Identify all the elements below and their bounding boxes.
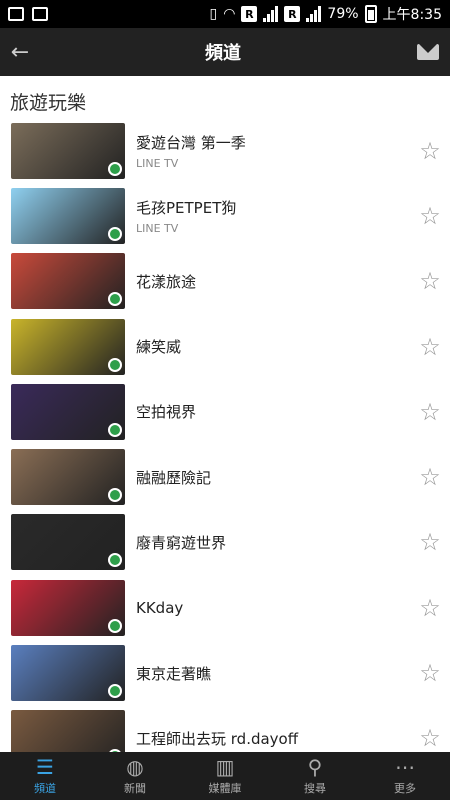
battery-percent: 79% <box>327 6 359 22</box>
tab-1[interactable]: ◍ 新聞 <box>90 752 180 800</box>
channel-row[interactable]: 廢青窮遊世界 ☆ <box>0 510 450 575</box>
star-icon[interactable]: ☆ <box>410 659 450 687</box>
channel-name: 花漾旅途 <box>136 272 197 291</box>
status-bar: ▯ ◠ R R 79% 上午8:35 <box>0 0 450 28</box>
app-bar: ← 頻道 <box>0 28 450 76</box>
wifi-icon: ◠ <box>223 6 236 22</box>
channel-name: 愛遊台灣 第一季 <box>136 133 246 152</box>
star-icon[interactable]: ☆ <box>410 333 450 361</box>
channel-name: KKday <box>136 598 184 617</box>
mail-button[interactable] <box>406 44 450 60</box>
tab-2[interactable]: ▥ 媒體庫 <box>180 752 270 800</box>
globe-badge-icon <box>108 357 122 372</box>
globe-badge-icon <box>108 292 122 307</box>
channel-row[interactable]: 工程師出去玩 rd.dayoff ☆ <box>0 706 450 752</box>
star-icon[interactable]: ☆ <box>410 594 450 622</box>
tab-label: 搜尋 <box>304 782 326 795</box>
channel-thumbnail <box>11 318 125 375</box>
channel-row[interactable]: KKday ☆ <box>0 575 450 640</box>
vibrate-icon: ▯ <box>209 6 218 22</box>
channel-thumbnail <box>11 122 125 179</box>
globe-icon: ◍ <box>126 755 144 779</box>
section-title: 旅遊玩樂 <box>10 92 87 114</box>
tab-label: 更多 <box>394 782 416 795</box>
channel-source: LINE TV <box>136 221 179 235</box>
channel-thumbnail <box>11 710 125 752</box>
tab-label: 新聞 <box>124 782 146 795</box>
star-icon[interactable]: ☆ <box>410 202 450 230</box>
channel-list: 愛遊台灣 第一季 LINE TV ☆ 毛孩PETPET狗 LINE TV ☆ 花漾旅途 ☆ 練笑… <box>0 118 450 752</box>
channel-row[interactable]: 東京走著瞧 ☆ <box>0 640 450 705</box>
channel-row[interactable]: 愛遊台灣 第一季 LINE TV ☆ <box>0 118 450 183</box>
gmail-icon <box>8 7 24 21</box>
channel-row[interactable]: 融融歷險記 ☆ <box>0 444 450 509</box>
channel-name: 空拍視界 <box>136 403 197 422</box>
star-icon[interactable]: ☆ <box>410 724 450 752</box>
page-title: 頻道 <box>205 43 241 64</box>
globe-badge-icon <box>108 618 122 633</box>
channel-name: 融融歷險記 <box>136 468 212 487</box>
channel-name: 東京走著瞧 <box>136 664 212 683</box>
channel-thumbnail <box>11 187 125 244</box>
globe-badge-icon <box>108 161 122 176</box>
channel-thumbnail <box>11 645 125 702</box>
tab-4[interactable]: ⋯ 更多 <box>360 752 450 800</box>
signal1-icon <box>263 6 279 22</box>
back-arrow-icon[interactable]: ← <box>0 40 40 65</box>
globe-badge-icon <box>108 553 122 568</box>
list-icon: ☰ <box>36 755 54 779</box>
globe-badge-icon <box>108 488 122 503</box>
star-icon[interactable]: ☆ <box>410 398 450 426</box>
search-icon: ⚲ <box>307 755 323 779</box>
tab-label: 頻道 <box>34 782 56 795</box>
tab-3[interactable]: ⚲ 搜尋 <box>270 752 360 800</box>
star-icon[interactable]: ☆ <box>410 267 450 295</box>
channel-name: 工程師出去玩 rd.dayoff <box>136 729 299 748</box>
bottom-navigation: ☰ 頻道 ◍ 新聞 ▥ 媒體庫 ⚲ 搜尋 ⋯ 更多 <box>0 752 450 800</box>
channel-thumbnail <box>11 579 125 636</box>
channel-name: 練笑威 <box>136 338 182 357</box>
star-icon[interactable]: ☆ <box>410 137 450 165</box>
channel-name: 毛孩PETPET狗 <box>136 198 237 217</box>
channel-row[interactable]: 練笑威 ☆ <box>0 314 450 379</box>
library-icon: ▥ <box>215 755 235 779</box>
signal2-icon <box>306 6 322 22</box>
globe-badge-icon <box>108 422 122 437</box>
globe-badge-icon <box>108 226 122 241</box>
channel-thumbnail <box>11 449 125 506</box>
tab-label: 媒體庫 <box>208 782 242 795</box>
sim1-roaming-icon: R <box>241 6 258 22</box>
tab-0[interactable]: ☰ 頻道 <box>0 752 90 800</box>
channel-row[interactable]: 空拍視界 ☆ <box>0 379 450 444</box>
globe-badge-icon <box>108 684 122 699</box>
channel-row[interactable]: 毛孩PETPET狗 LINE TV ☆ <box>0 183 450 248</box>
more-icon: ⋯ <box>395 755 415 779</box>
star-icon[interactable]: ☆ <box>410 463 450 491</box>
channel-thumbnail <box>11 253 125 310</box>
channel-thumbnail <box>11 514 125 571</box>
clock: 上午8:35 <box>382 7 442 23</box>
battery-icon <box>364 5 377 23</box>
mail-icon <box>417 44 439 60</box>
channel-source: LINE TV <box>136 156 179 170</box>
image-icon <box>32 7 48 21</box>
channel-row[interactable]: 花漾旅途 ☆ <box>0 249 450 314</box>
channel-thumbnail <box>11 383 125 440</box>
sim2-roaming-icon: R <box>284 6 301 22</box>
channel-name: 廢青窮遊世界 <box>136 533 227 552</box>
star-icon[interactable]: ☆ <box>410 528 450 556</box>
